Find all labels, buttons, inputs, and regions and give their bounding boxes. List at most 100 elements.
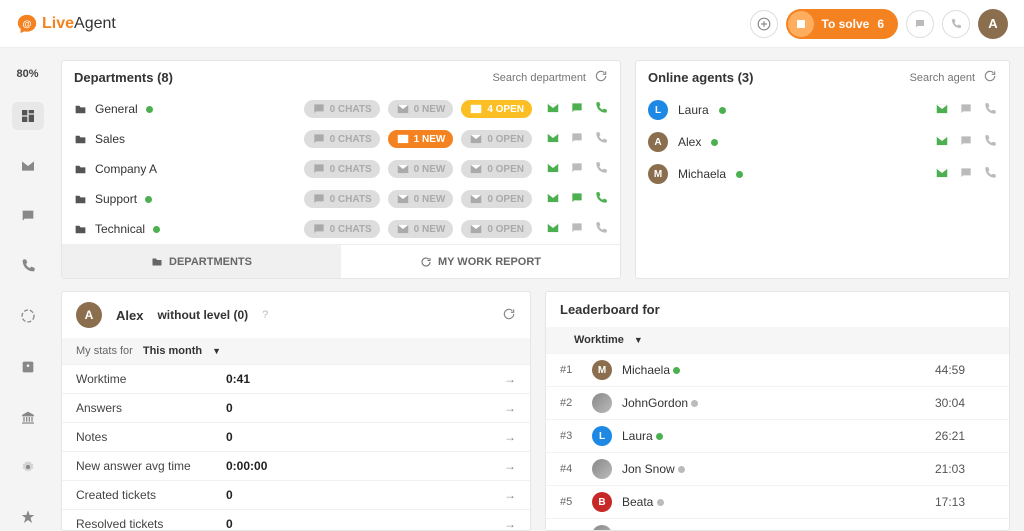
department-row[interactable]: Sales 0 CHATS 1 NEW 0 OPEN [62, 124, 620, 154]
chat-icon[interactable] [570, 101, 584, 118]
sidebar-mail[interactable] [12, 152, 44, 180]
sidebar-chat[interactable] [12, 202, 44, 230]
chat-icon[interactable] [570, 131, 584, 148]
leaderboard-row[interactable]: #2JohnGordon 30:04 [546, 386, 1009, 419]
sidebar-call[interactable] [12, 252, 44, 280]
arrow-right-icon: → [504, 430, 516, 444]
logo[interactable]: @ LiveAgent [16, 13, 116, 35]
topbar-chat-button[interactable] [906, 10, 934, 38]
phone-icon[interactable] [983, 166, 997, 183]
chat-icon[interactable] [959, 134, 973, 151]
new-pill: 0 NEW [388, 220, 454, 238]
new-pill: 0 NEW [388, 190, 454, 208]
leaderboard-name: Jon Snow [622, 462, 925, 476]
online-agents-panel: Online agents (3) LLauraAAlexMMichaela [635, 60, 1010, 279]
sidebar-activity[interactable] [12, 302, 44, 330]
department-name: Technical [95, 222, 145, 236]
mail-icon[interactable] [546, 221, 560, 238]
leaderboard-avatar [592, 459, 612, 479]
agents-refresh[interactable] [983, 69, 997, 86]
chat-icon[interactable] [570, 191, 584, 208]
sidebar-contacts[interactable] [12, 353, 44, 381]
status-dot [719, 107, 726, 114]
chat-icon[interactable] [959, 102, 973, 119]
department-name: Support [95, 192, 137, 206]
stats-level: without level (0) [157, 308, 248, 322]
agent-avatar: A [648, 132, 668, 152]
phone-icon[interactable] [594, 191, 608, 208]
new-pill: 0 NEW [388, 100, 454, 118]
leaderboard-row[interactable]: #4Jon Snow 21:03 [546, 452, 1009, 485]
department-row[interactable]: General 0 CHATS 0 NEW 4 OPEN [62, 94, 620, 124]
chat-icon[interactable] [570, 221, 584, 238]
agent-row[interactable]: LLaura [636, 94, 1009, 126]
stat-row[interactable]: Worktime0:41→ [62, 364, 530, 393]
leaderboard-row[interactable]: #1MMichaela 44:59 [546, 353, 1009, 386]
status-dot [691, 400, 698, 407]
chevron-down-icon: ▼ [212, 346, 221, 356]
stat-row[interactable]: New answer avg time0:00:00→ [62, 451, 530, 480]
to-solve-button[interactable]: To solve 6 [786, 9, 898, 39]
leaderboard-row[interactable]: #6Tomas 9:37 [546, 518, 1009, 531]
mail-icon[interactable] [935, 134, 949, 151]
phone-icon[interactable] [594, 221, 608, 238]
stats-refresh[interactable] [502, 307, 516, 324]
mail-icon[interactable] [546, 101, 560, 118]
stats-filter-dropdown[interactable]: This month ▼ [143, 345, 221, 357]
topbar: @ LiveAgent To solve 6 A [0, 0, 1024, 48]
folder-icon [74, 133, 87, 146]
department-row[interactable]: Company A 0 CHATS 0 NEW 0 OPEN [62, 154, 620, 184]
topbar-phone-button[interactable] [942, 10, 970, 38]
leaderboard-time: 30:04 [935, 396, 995, 410]
stat-row[interactable]: Answers0→ [62, 393, 530, 422]
stat-value: 0 [226, 517, 504, 531]
stats-avatar: A [76, 302, 102, 328]
user-avatar[interactable]: A [978, 9, 1008, 39]
agents-search[interactable] [855, 72, 975, 84]
stat-row[interactable]: Resolved tickets0→ [62, 509, 530, 531]
folder-icon [74, 223, 87, 236]
stats-help[interactable]: ? [262, 309, 268, 321]
tab-departments[interactable]: DEPARTMENTS [62, 245, 341, 278]
add-button[interactable] [750, 10, 778, 38]
department-name: Company A [95, 162, 157, 176]
departments-search[interactable] [466, 72, 586, 84]
tab-my-work-report[interactable]: MY WORK REPORT [341, 245, 620, 278]
leaderboard-name: Beata [622, 495, 925, 509]
phone-icon[interactable] [594, 161, 608, 178]
refresh-icon [983, 69, 997, 83]
phone-icon[interactable] [983, 102, 997, 119]
mail-icon[interactable] [935, 102, 949, 119]
gear-icon [20, 459, 36, 475]
arrow-right-icon: → [504, 372, 516, 386]
departments-refresh[interactable] [594, 69, 608, 86]
leaderboard-filter-dropdown[interactable]: Worktime ▼ [574, 334, 643, 346]
department-row[interactable]: Support 0 CHATS 0 NEW 0 OPEN [62, 184, 620, 214]
chevron-down-icon: ▼ [634, 335, 643, 345]
chats-pill: 0 CHATS [304, 160, 380, 178]
leaderboard-row[interactable]: #5BBeata 17:13 [546, 485, 1009, 518]
leaderboard-rank: #1 [560, 364, 582, 376]
leaderboard-row[interactable]: #3LLaura 26:21 [546, 419, 1009, 452]
phone-icon[interactable] [983, 134, 997, 151]
mail-icon[interactable] [546, 131, 560, 148]
sidebar-kb[interactable] [12, 403, 44, 431]
sidebar-settings[interactable] [12, 453, 44, 481]
stat-row[interactable]: Created tickets0→ [62, 480, 530, 509]
department-row[interactable]: Technical 0 CHATS 0 NEW 0 OPEN [62, 214, 620, 244]
chat-icon[interactable] [959, 166, 973, 183]
status-dot [657, 499, 664, 506]
chat-icon[interactable] [570, 161, 584, 178]
mail-icon[interactable] [546, 191, 560, 208]
phone-icon[interactable] [594, 101, 608, 118]
stat-row[interactable]: Notes0→ [62, 422, 530, 451]
agent-row[interactable]: AAlex [636, 126, 1009, 158]
mail-icon[interactable] [546, 161, 560, 178]
agent-row[interactable]: MMichaela [636, 158, 1009, 190]
sidebar-dashboard[interactable] [12, 102, 44, 130]
mail-icon [20, 158, 36, 174]
sidebar-star[interactable] [12, 503, 44, 531]
phone-icon[interactable] [594, 131, 608, 148]
mail-icon[interactable] [935, 166, 949, 183]
agent-name: Michaela [678, 167, 726, 181]
